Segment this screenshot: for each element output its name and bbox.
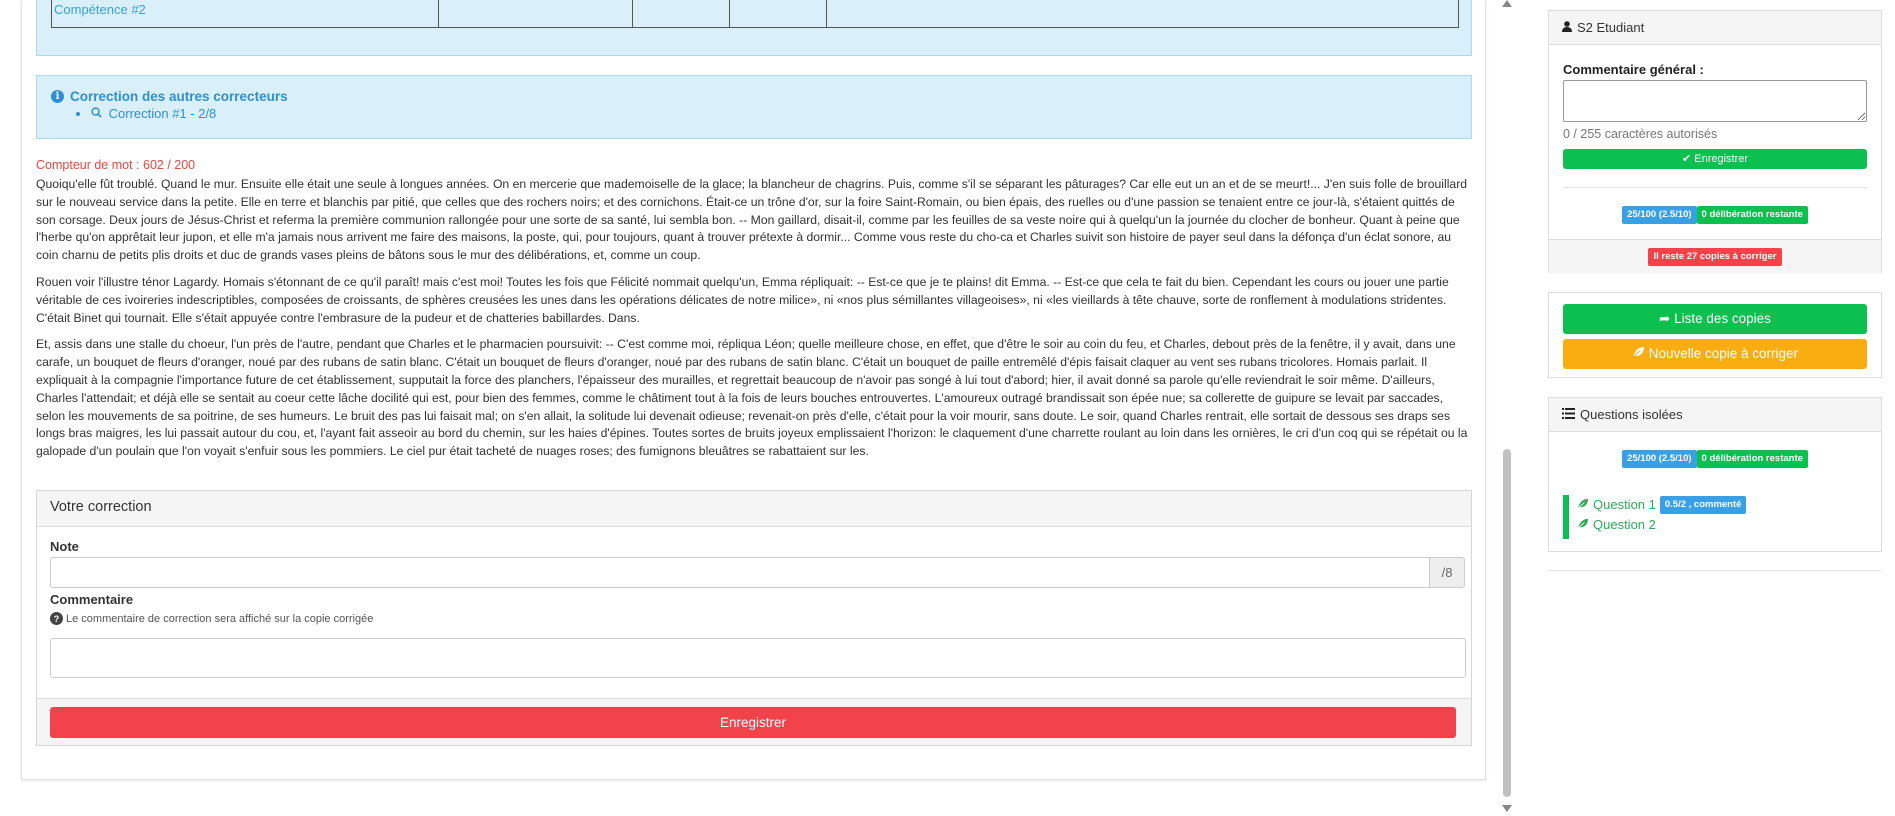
- scroll-thumb[interactable]: [1503, 449, 1511, 797]
- word-counter: Compteur de mot : 602 / 200: [36, 158, 196, 172]
- correction-link[interactable]: Correction #1 - 2/8: [109, 106, 217, 121]
- comment-help: ? Le commentaire de correction sera affi…: [50, 612, 373, 625]
- text-paragraph: Quoiqu'elle fût troublé. Quand le mur. E…: [36, 177, 1468, 263]
- search-icon: [91, 106, 106, 121]
- questions-title: Questions isolées: [1580, 407, 1683, 422]
- score-badge: 25/100 (2.5/10): [1622, 450, 1697, 468]
- deliberation-badge: 0 délibération restante: [1696, 206, 1808, 224]
- leaf-icon: [1577, 495, 1589, 515]
- general-comment-field[interactable]: [1563, 80, 1867, 122]
- list-item[interactable]: Question 1 0.5/2 , commenté: [1577, 495, 1747, 515]
- correction-panel: Votre correction Note /8 Commentaire ? L…: [36, 490, 1472, 746]
- correction-heading: Votre correction: [37, 491, 1471, 527]
- check-icon: ✔: [1681, 153, 1692, 165]
- leaf-icon: [1632, 346, 1649, 361]
- comment-label: Commentaire: [50, 592, 134, 607]
- new-copy-label: Nouvelle copie à corriger: [1648, 346, 1799, 361]
- skill-label[interactable]: Compétence #2: [54, 2, 146, 17]
- question-label[interactable]: Question 2: [1593, 515, 1656, 535]
- student-badges: 25/100 (2.5/10) 0 délibération restante: [1549, 206, 1881, 224]
- main-panel: Compétence #2 i Correction des autres co…: [21, 0, 1486, 780]
- table-cell: [438, 0, 633, 28]
- list-item[interactable]: Question 2: [1577, 515, 1746, 535]
- correction-footer: Enregistrer: [37, 698, 1471, 745]
- skill-label-cell: Compétence #2: [51, 0, 439, 28]
- list-icon: [1562, 407, 1575, 422]
- save-correction-button[interactable]: Enregistrer: [50, 707, 1456, 738]
- other-correctors-title: i Correction des autres correcteurs: [51, 89, 1457, 104]
- score-badge: 25/100 (2.5/10): [1622, 206, 1697, 224]
- text-paragraph: Et, assis dans une stalle du choeur, l'u…: [36, 337, 1468, 459]
- other-correctors-title-text: Correction des autres correcteurs: [70, 89, 288, 104]
- questions-badges: 25/100 (2.5/10) 0 délibération restante: [1549, 450, 1881, 468]
- questions-panel: Questions isolées 25/100 (2.5/10) 0 déli…: [1548, 397, 1882, 552]
- student-text: Quoiqu'elle fût troublé. Quand le mur. E…: [36, 176, 1473, 470]
- table-cell: [826, 0, 1459, 28]
- comment-help-text: Le commentaire de correction sera affich…: [66, 612, 374, 625]
- general-comment-label: Commentaire général :: [1563, 62, 1704, 77]
- scrollbar[interactable]: [1499, 0, 1515, 816]
- save-comment-label: Enregistrer: [1694, 153, 1749, 165]
- char-count: 0 / 255 caractères autorisés: [1563, 127, 1718, 141]
- questions-panel-header: Questions isolées: [1549, 398, 1881, 432]
- share-icon: ➦: [1659, 311, 1671, 326]
- list-copies-button[interactable]: ➦ Liste des copies: [1563, 304, 1867, 334]
- questions-list: Question 1 0.5/2 , commenté Question 2: [1563, 495, 1747, 539]
- list-item[interactable]: Correction #1 - 2/8: [91, 106, 1457, 121]
- question-label[interactable]: Question 1: [1593, 495, 1656, 515]
- user-icon: [1562, 20, 1572, 35]
- leaf-icon: [1577, 515, 1589, 535]
- comment-input[interactable]: [50, 638, 1466, 678]
- divider: [1563, 187, 1867, 188]
- skills-box: Compétence #2: [36, 0, 1472, 56]
- student-panel: S2 Etudiant Commentaire général : 0 / 25…: [1548, 10, 1882, 273]
- student-panel-header: S2 Etudiant: [1549, 11, 1881, 45]
- table-row: Compétence #2: [51, 0, 1459, 28]
- table-cell: [632, 0, 730, 28]
- scroll-down-icon[interactable]: [1502, 805, 1512, 812]
- table-cell: [729, 0, 827, 28]
- navigation-panel: ➦ Liste des copies Nouvelle copie à corr…: [1548, 292, 1882, 378]
- scroll-up-icon[interactable]: [1502, 0, 1512, 7]
- save-comment-button[interactable]: ✔ Enregistrer: [1563, 149, 1867, 169]
- other-correctors-list: Correction #1 - 2/8: [91, 106, 1457, 121]
- new-copy-button[interactable]: Nouvelle copie à corriger: [1563, 339, 1867, 369]
- list-copies-label: Liste des copies: [1674, 311, 1771, 326]
- note-input[interactable]: [50, 557, 1430, 588]
- deliberation-badge: 0 délibération restante: [1696, 450, 1808, 468]
- remaining-badge: Il reste 27 copies à corriger: [1648, 247, 1782, 266]
- student-panel-footer: Il reste 27 copies à corriger: [1549, 239, 1881, 273]
- info-icon: i: [51, 90, 64, 103]
- note-suffix: /8: [1429, 557, 1465, 588]
- skills-table: Compétence #2: [51, 0, 1459, 28]
- other-correctors-box: i Correction des autres correcteurs Corr…: [36, 75, 1472, 139]
- note-label: Note: [50, 539, 79, 554]
- divider: [1548, 570, 1882, 571]
- student-name: S2 Etudiant: [1577, 20, 1645, 35]
- question-status-badge: 0.5/2 , commenté: [1659, 496, 1747, 514]
- text-paragraph: Rouen voir l'illustre ténor Lagardy. Hom…: [36, 274, 1449, 325]
- question-icon: ?: [50, 612, 63, 625]
